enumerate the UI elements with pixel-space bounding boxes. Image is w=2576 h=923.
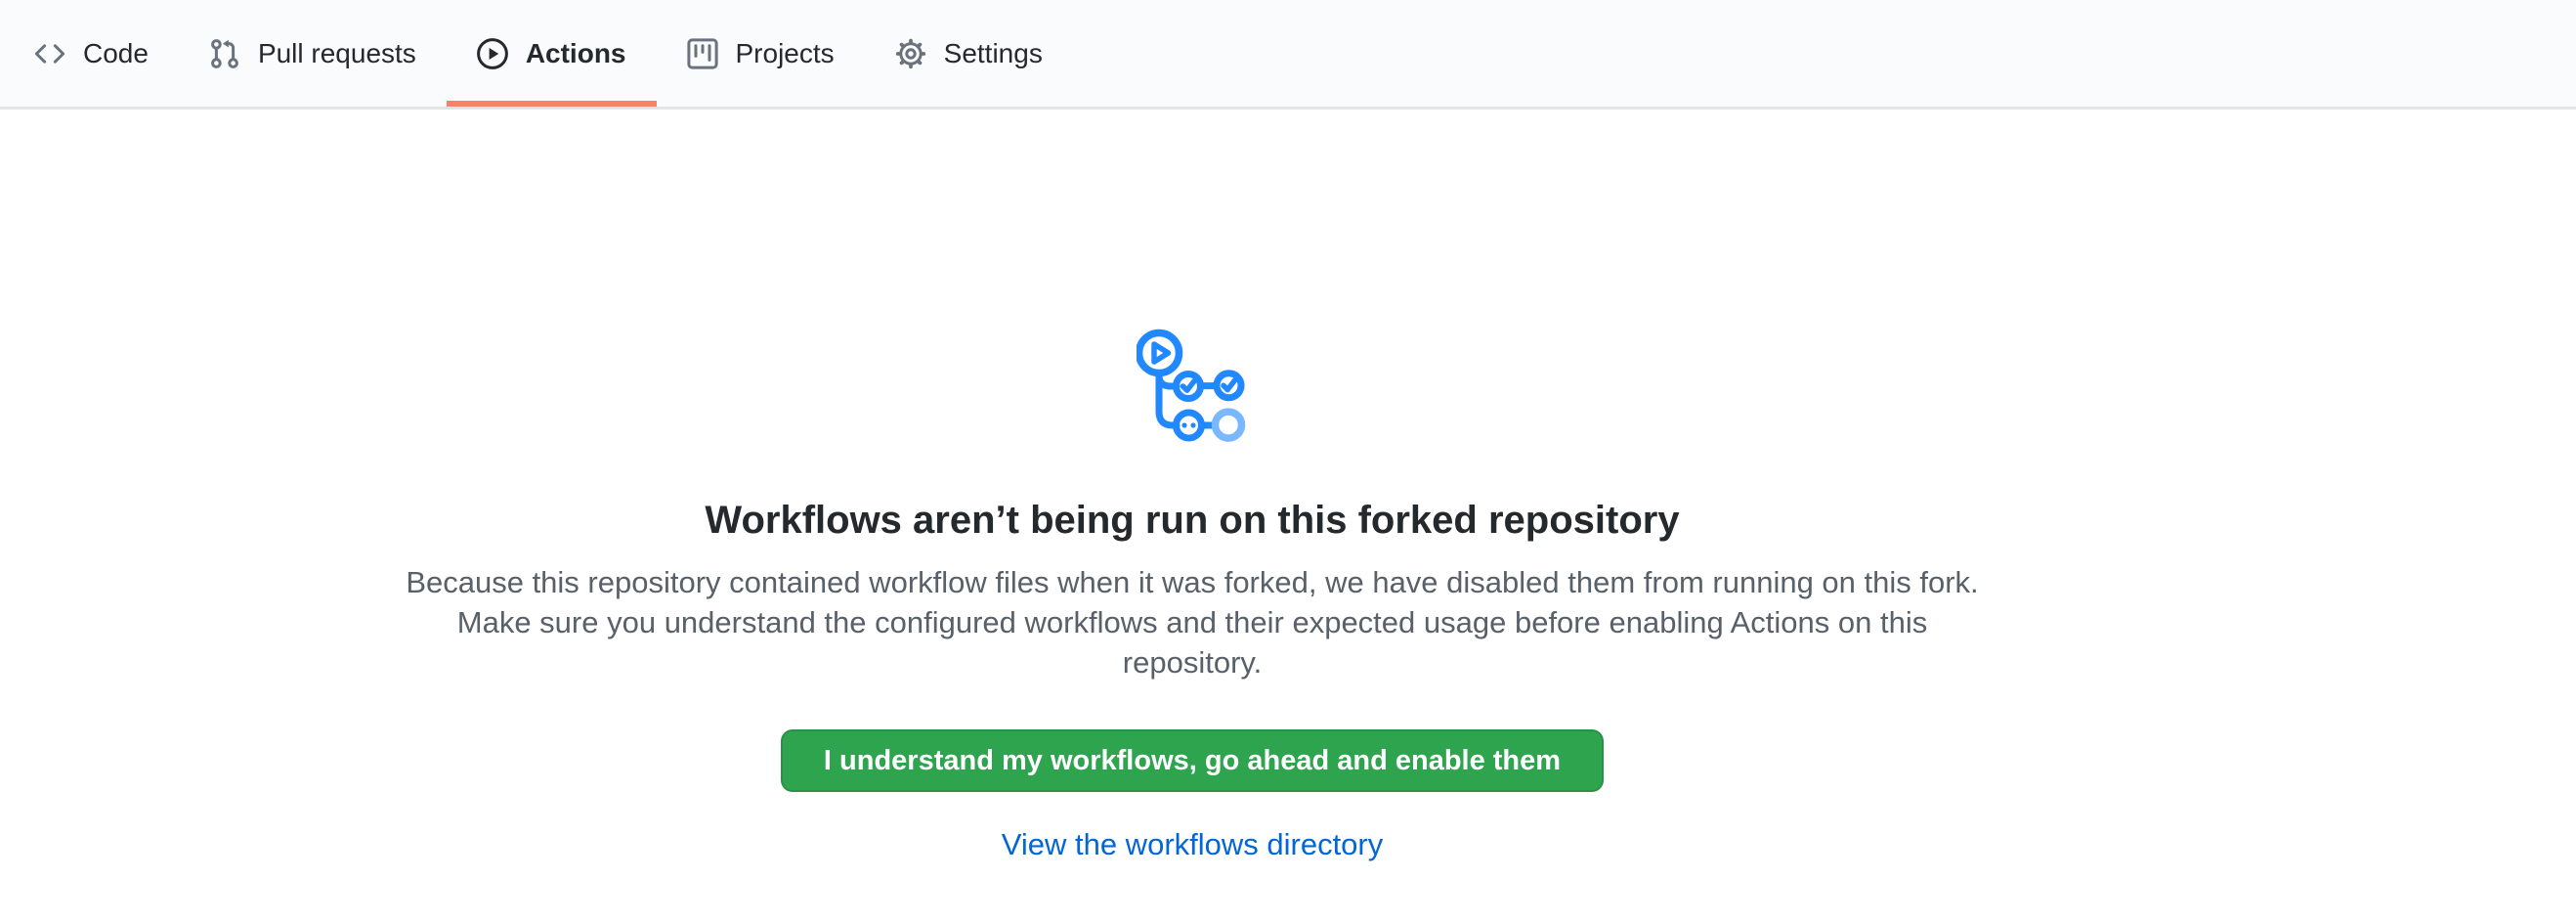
enable-workflows-button[interactable]: I understand my workflows, go ahead and …	[781, 729, 1604, 792]
page-title: Workflows aren’t being run on this forke…	[0, 498, 2384, 543]
tab-label: Code	[83, 40, 149, 67]
repo-tab-nav: Code Pull requests Actions	[0, 0, 2576, 110]
tab-code[interactable]: Code	[4, 0, 179, 107]
tab-label: Projects	[736, 40, 835, 67]
code-icon	[34, 38, 65, 69]
tab-label: Settings	[944, 40, 1043, 67]
tab-settings[interactable]: Settings	[865, 0, 1073, 107]
project-icon	[687, 38, 718, 69]
tab-label: Actions	[526, 40, 626, 67]
tab-label: Pull requests	[258, 40, 416, 67]
play-circle-icon	[477, 38, 508, 69]
description-text: Because this repository contained workfl…	[396, 562, 1989, 682]
tab-pull-requests[interactable]: Pull requests	[179, 0, 447, 107]
git-pull-request-icon	[209, 38, 240, 69]
tab-actions[interactable]: Actions	[447, 0, 657, 107]
actions-disabled-page: Workflows aren’t being run on this forke…	[0, 110, 2384, 862]
workflow-graph-icon	[1137, 329, 1248, 448]
gear-icon	[895, 38, 926, 69]
blankslate: Workflows aren’t being run on this forke…	[0, 110, 2384, 862]
view-workflows-directory-link[interactable]: View the workflows directory	[1002, 827, 1384, 861]
tab-projects[interactable]: Projects	[657, 0, 865, 107]
